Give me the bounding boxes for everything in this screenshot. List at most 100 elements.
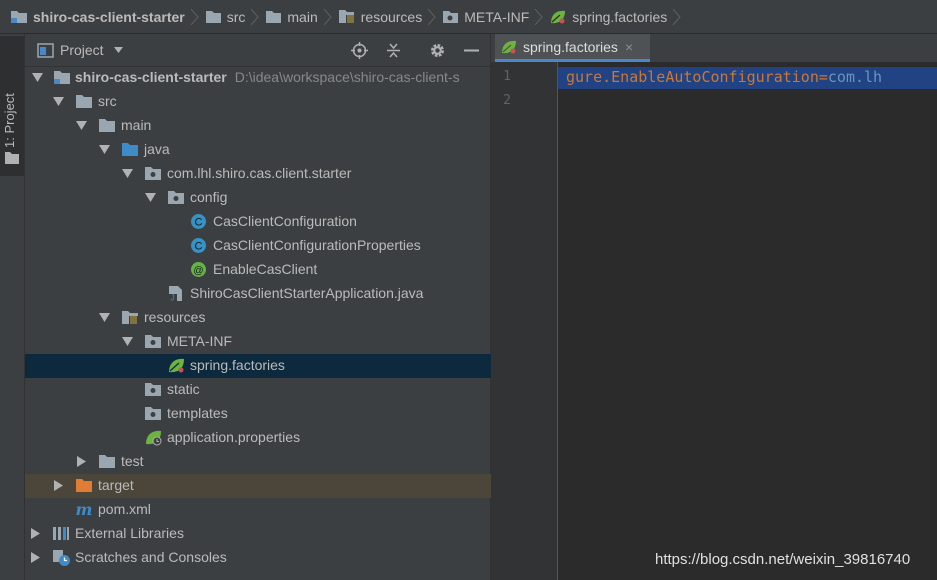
hide-icon[interactable] bbox=[463, 42, 480, 59]
tree-item-cas-client-configuration-properties[interactable]: C CasClientConfigurationProperties bbox=[25, 234, 491, 258]
locate-icon[interactable] bbox=[351, 42, 368, 59]
panel-title: Project bbox=[60, 42, 104, 58]
editor-tab-bar: spring.factories × bbox=[491, 34, 937, 62]
tree-item-label: shiro-cas-client-starter D:\idea\workspac… bbox=[75, 69, 460, 85]
tree-item-resources[interactable]: resources bbox=[25, 306, 491, 330]
tree-item-java[interactable]: java bbox=[25, 138, 491, 162]
line-number: 2 bbox=[503, 93, 511, 108]
tree-item-static[interactable]: static bbox=[25, 378, 491, 402]
navigation-bar: shiro-cas-client-starter src main resour… bbox=[0, 0, 937, 34]
close-icon[interactable]: × bbox=[625, 39, 633, 55]
tree-item-target[interactable]: target bbox=[25, 474, 491, 498]
spring-properties-icon bbox=[146, 430, 162, 446]
expanded-arrow-icon[interactable] bbox=[99, 313, 110, 322]
chevron-down-icon bbox=[113, 47, 123, 53]
package-icon bbox=[145, 335, 161, 348]
tree-item-label: src bbox=[98, 93, 117, 109]
tree-item-main[interactable]: main bbox=[25, 114, 491, 138]
breadcrumb-label: resources bbox=[360, 8, 423, 25]
breadcrumb-item-main[interactable]: main bbox=[265, 0, 337, 33]
project-view-icon bbox=[37, 42, 54, 58]
tree-item-cas-client-configuration[interactable]: C CasClientConfiguration bbox=[25, 210, 491, 234]
code-line-1: gure.EnableAutoConfiguration=com.lh bbox=[566, 68, 882, 86]
code-area[interactable]: gure.EnableAutoConfiguration=com.lh bbox=[558, 62, 937, 580]
tree-item-project-root[interactable]: shiro-cas-client-starter D:\idea\workspac… bbox=[25, 66, 491, 90]
tree-item-pom-xml[interactable]: m pom.xml bbox=[25, 498, 491, 522]
tree-item-label: target bbox=[98, 477, 134, 493]
collapsed-arrow-icon[interactable] bbox=[31, 552, 40, 563]
tree-item-label: External Libraries bbox=[75, 525, 184, 541]
svg-text:C: C bbox=[195, 241, 203, 253]
tree-item-src[interactable]: src bbox=[25, 90, 491, 114]
project-path: D:\idea\workspace\shiro-cas-client-s bbox=[234, 69, 460, 85]
folder-icon bbox=[99, 119, 115, 132]
tree-item-spring-factories[interactable]: spring.factories bbox=[25, 354, 491, 378]
folder-icon bbox=[205, 10, 221, 23]
tree-item-enable-cas-client[interactable]: @ EnableCasClient bbox=[25, 258, 491, 282]
java-file-icon: J bbox=[169, 286, 182, 303]
project-tool-window-button[interactable]: 1: Project bbox=[0, 36, 24, 176]
class-icon: C bbox=[191, 238, 206, 253]
property-separator: = bbox=[818, 68, 828, 86]
folder-icon bbox=[76, 95, 92, 108]
expanded-arrow-icon[interactable] bbox=[99, 145, 110, 154]
stripe-label: 1: Project bbox=[2, 93, 17, 148]
chevron-right-icon bbox=[672, 8, 681, 25]
collapsed-arrow-icon[interactable] bbox=[54, 480, 63, 491]
line-number-gutter: 1 2 bbox=[491, 62, 558, 580]
gear-icon[interactable] bbox=[429, 42, 446, 59]
tree-item-package-root[interactable]: com.lhl.shiro.cas.client.starter bbox=[25, 162, 491, 186]
breadcrumb-label: main bbox=[287, 8, 318, 25]
tree-item-meta-inf[interactable]: META-INF bbox=[25, 330, 491, 354]
tree-item-label: resources bbox=[144, 309, 206, 325]
module-folder-icon bbox=[11, 11, 27, 23]
expanded-arrow-icon[interactable] bbox=[145, 193, 156, 202]
collapsed-arrow-icon[interactable] bbox=[77, 456, 86, 467]
expanded-arrow-icon[interactable] bbox=[32, 73, 43, 82]
folder-icon bbox=[5, 152, 19, 164]
project-panel: Project shiro-cas-client-starter D:\idea\… bbox=[25, 34, 491, 580]
svg-text:@: @ bbox=[193, 266, 203, 277]
svg-text:m: m bbox=[76, 501, 93, 518]
chevron-right-icon bbox=[534, 8, 543, 25]
package-icon bbox=[145, 383, 161, 396]
view-selector[interactable]: Project bbox=[25, 42, 123, 58]
panel-header: Project bbox=[25, 34, 491, 67]
expanded-arrow-icon[interactable] bbox=[53, 97, 64, 106]
scratches-icon bbox=[53, 550, 70, 566]
tree-item-config[interactable]: config bbox=[25, 186, 491, 210]
watermark: https://blog.csdn.net/weixin_39816740 bbox=[655, 551, 911, 568]
tree-item-label: spring.factories bbox=[190, 357, 285, 373]
tree-item-scratches[interactable]: Scratches and Consoles bbox=[25, 546, 491, 570]
breadcrumb-item-project[interactable]: shiro-cas-client-starter bbox=[10, 0, 205, 33]
tree-item-templates[interactable]: templates bbox=[25, 402, 491, 426]
svg-text:J: J bbox=[171, 294, 175, 303]
resources-folder-icon bbox=[122, 311, 138, 324]
tool-window-stripe: 1: Project bbox=[0, 34, 25, 580]
breadcrumb-item-resources[interactable]: resources bbox=[338, 0, 442, 33]
collapsed-arrow-icon[interactable] bbox=[31, 528, 40, 539]
expanded-arrow-icon[interactable] bbox=[76, 121, 87, 130]
tree-item-label: CasClientConfiguration bbox=[213, 213, 357, 229]
expanded-arrow-icon[interactable] bbox=[122, 337, 133, 346]
breadcrumb-item-meta-inf[interactable]: META-INF bbox=[442, 0, 549, 33]
source-folder-icon bbox=[122, 143, 138, 156]
folder-icon bbox=[99, 455, 115, 468]
folder-icon bbox=[266, 10, 282, 23]
expanded-arrow-icon[interactable] bbox=[122, 169, 133, 178]
collapse-all-icon[interactable] bbox=[385, 42, 402, 59]
breadcrumb-label: META-INF bbox=[464, 8, 530, 25]
tree-item-label: config bbox=[190, 189, 228, 205]
tree-item-shiro-cas-application[interactable]: J ShiroCasClientStarterApplication.java bbox=[25, 282, 491, 306]
breadcrumb-item-spring-factories[interactable]: spring.factories bbox=[549, 0, 687, 33]
package-icon bbox=[145, 407, 161, 420]
breadcrumb-item-src[interactable]: src bbox=[205, 0, 266, 33]
tab-label: spring.factories bbox=[523, 38, 618, 55]
tree-item-label: static bbox=[167, 381, 200, 397]
editor-tab-spring-factories[interactable]: spring.factories × bbox=[495, 34, 650, 62]
tree-item-application-properties[interactable]: application.properties bbox=[25, 426, 491, 450]
tree-item-label: com.lhl.shiro.cas.client.starter bbox=[167, 165, 352, 181]
tree-item-external-libraries[interactable]: External Libraries bbox=[25, 522, 491, 546]
tree-item-test[interactable]: test bbox=[25, 450, 491, 474]
project-name: shiro-cas-client-starter bbox=[75, 69, 227, 85]
